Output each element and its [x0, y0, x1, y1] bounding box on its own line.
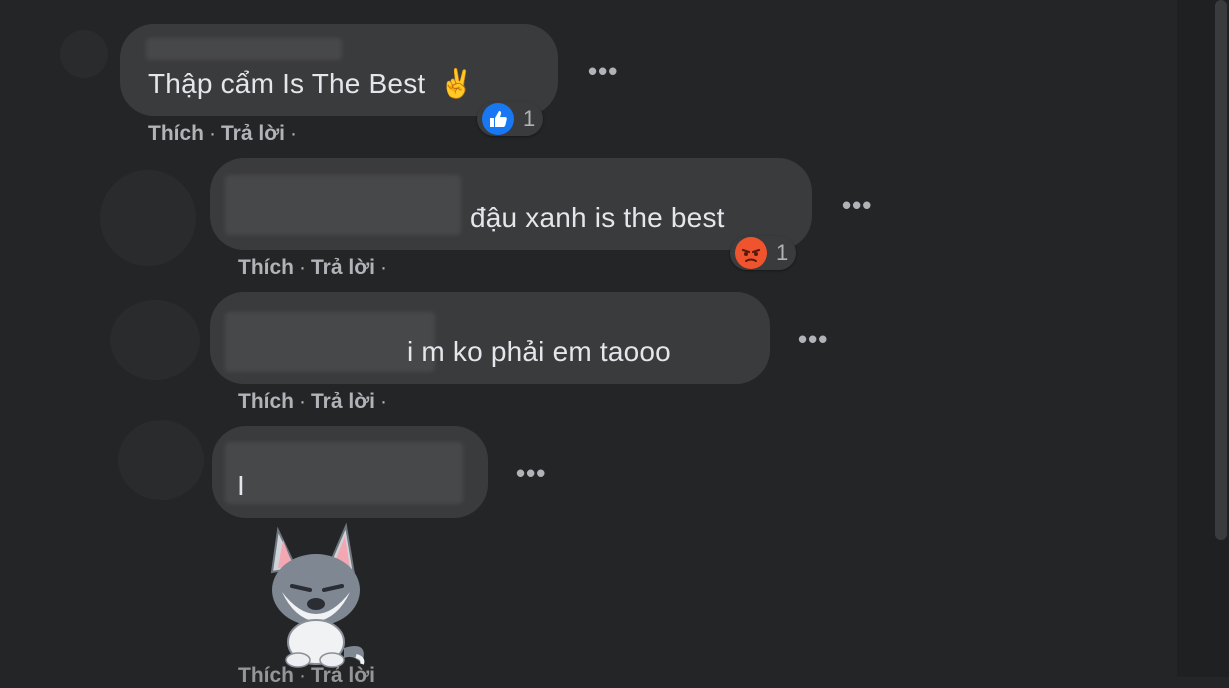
comment-text: I: [237, 470, 245, 501]
commenter-name[interactable]: [146, 38, 342, 60]
scrollbar-track[interactable]: [1177, 0, 1229, 677]
reply-link[interactable]: Trả lời: [221, 122, 285, 145]
like-icon: [482, 103, 514, 135]
commenter-name[interactable]: [225, 442, 463, 504]
reply-link[interactable]: Trả lời: [311, 664, 375, 687]
avatar[interactable]: [118, 420, 204, 500]
like-link[interactable]: Thích: [238, 256, 294, 279]
comment-text: Thập cẩm Is The Best ✌: [148, 68, 475, 99]
reply-link[interactable]: Trả lời: [311, 256, 375, 279]
avatar[interactable]: [100, 170, 196, 266]
comment-actions: Thích · Trả lời ·: [148, 122, 302, 146]
angry-icon: [735, 237, 767, 269]
separator: ·: [379, 256, 387, 279]
comment-actions: Thích · Trả lời ·: [238, 256, 392, 280]
comment-text: i m ko phải em taooo: [407, 336, 671, 367]
avatar[interactable]: [60, 30, 108, 78]
avatar[interactable]: [110, 300, 200, 380]
comment-text: đậu xanh is the best: [470, 202, 725, 233]
reaction-summary[interactable]: 1: [730, 236, 797, 270]
separator: ·: [299, 664, 306, 687]
scrollbar-thumb[interactable]: [1215, 0, 1227, 540]
like-link[interactable]: Thích: [148, 122, 204, 145]
more-options-icon[interactable]: •••: [588, 56, 618, 87]
separator: ·: [379, 390, 387, 413]
like-link[interactable]: Thích: [238, 664, 294, 687]
commenter-name[interactable]: [225, 312, 435, 372]
reply-link[interactable]: Trả lời: [311, 390, 375, 413]
commenter-name[interactable]: [225, 175, 461, 235]
victory-hand-emoji: ✌: [439, 68, 475, 99]
more-options-icon[interactable]: •••: [798, 324, 828, 355]
more-options-icon[interactable]: •••: [516, 458, 546, 489]
like-link[interactable]: Thích: [238, 390, 294, 413]
more-options-icon[interactable]: •••: [842, 190, 872, 221]
separator: ·: [209, 122, 216, 145]
separator: ·: [289, 122, 297, 145]
comment-actions: Thích · Trả lời ·: [238, 390, 392, 414]
reaction-count: 1: [776, 240, 789, 265]
wolf-sticker: [270, 522, 365, 668]
reaction-count: 1: [523, 106, 536, 131]
reaction-summary[interactable]: 1: [477, 102, 544, 136]
comment-actions: Thích · Trả lời: [238, 664, 375, 688]
separator: ·: [299, 390, 306, 413]
separator: ·: [299, 256, 306, 279]
